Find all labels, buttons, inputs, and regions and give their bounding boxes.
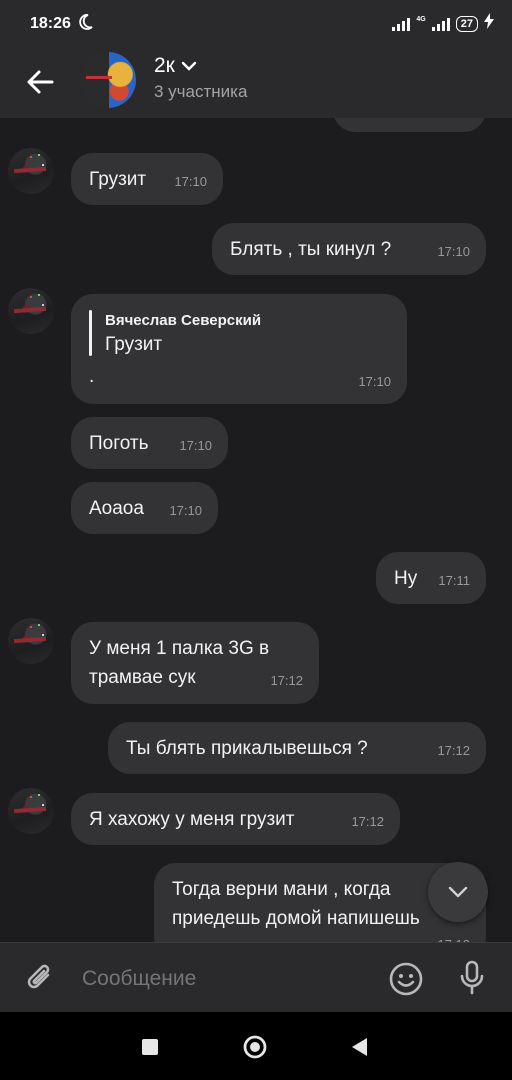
signal-icon-2 bbox=[431, 17, 450, 31]
message-text: . bbox=[89, 366, 95, 387]
emoji-icon bbox=[389, 962, 423, 996]
attach-button[interactable] bbox=[24, 961, 56, 1000]
back-nav-button[interactable] bbox=[350, 1037, 368, 1062]
message-bubble-incoming[interactable]: Аоаоа 17:10 bbox=[71, 482, 218, 534]
battery-level: 27 bbox=[460, 17, 473, 30]
home-circle-icon bbox=[243, 1035, 267, 1059]
message-text: Ну bbox=[394, 568, 418, 589]
home-button[interactable] bbox=[242, 1034, 268, 1065]
message-composer bbox=[0, 942, 512, 1013]
sender-avatar[interactable] bbox=[8, 788, 54, 834]
network-type: 4G bbox=[416, 16, 426, 23]
message-bubble-outgoing[interactable]: Ну 17:11 bbox=[376, 552, 486, 604]
chevron-down-icon bbox=[181, 61, 197, 71]
message-text: Блять , ты кинул ? bbox=[230, 239, 392, 260]
message-time: 17:10 bbox=[358, 374, 391, 389]
message-bubble-incoming[interactable]: Поготь 17:10 bbox=[71, 417, 228, 469]
paperclip-icon bbox=[27, 964, 50, 989]
message-bubble-outgoing[interactable]: Ты блять прикалывешься ? 17:12 bbox=[108, 722, 486, 774]
message-list[interactable]: 17:09 Грузит 17:10 Блять , ты кинул ? 17… bbox=[0, 118, 512, 942]
chat-header: 2к 3 участника bbox=[0, 48, 512, 118]
sender-avatar[interactable] bbox=[8, 618, 54, 664]
chat-avatar[interactable] bbox=[80, 52, 136, 108]
triangle-back-icon bbox=[352, 1038, 367, 1056]
charging-icon bbox=[484, 13, 494, 34]
message-text: Поготь bbox=[89, 433, 149, 454]
battery-icon: 27 bbox=[455, 15, 478, 32]
microphone-icon bbox=[460, 960, 484, 995]
quote-text: Грузит bbox=[105, 334, 163, 355]
message-text: У меня 1 палка 3G в трамвае сук bbox=[89, 638, 270, 688]
chat-subtitle: 3 участника bbox=[154, 82, 248, 101]
signal-icon bbox=[392, 17, 411, 31]
sender-avatar[interactable] bbox=[8, 148, 54, 194]
voice-message-button[interactable] bbox=[458, 959, 486, 1002]
emoji-button[interactable] bbox=[388, 961, 424, 1002]
sender-avatar[interactable] bbox=[8, 288, 54, 334]
message-time: 17:10 bbox=[179, 438, 212, 453]
message-bubble-incoming[interactable]: Грузит 17:10 bbox=[71, 153, 223, 205]
message-time: 17:12 bbox=[351, 814, 384, 829]
message-bubble-outgoing[interactable]: Блять , ты кинул ? 17:10 bbox=[212, 223, 486, 275]
message-text: Ты блять прикалывешься ? bbox=[126, 738, 368, 759]
message-text: Тогда верни мани , когда приедешь домой … bbox=[172, 879, 420, 929]
recents-button[interactable] bbox=[141, 1038, 159, 1061]
message-time: 17:11 bbox=[438, 573, 470, 588]
system-nav-bar bbox=[0, 1012, 512, 1080]
message-input[interactable] bbox=[80, 963, 374, 995]
message-text: Грузит bbox=[89, 169, 147, 190]
message-time: 17:12 bbox=[437, 930, 470, 942]
quote-bar bbox=[89, 310, 92, 356]
message-bubble-outgoing[interactable]: 17:09 bbox=[333, 118, 486, 132]
message-bubble-incoming[interactable]: Я хахожу у меня грузит 17:12 bbox=[71, 793, 400, 845]
square-icon bbox=[142, 1039, 158, 1055]
message-bubble-reply[interactable]: Вячеслав Северский Грузит . 17:10 bbox=[71, 294, 407, 404]
scroll-down-button[interactable] bbox=[428, 862, 488, 922]
message-bubble-incoming[interactable]: У меня 1 палка 3G в трамвае сук 17:12 bbox=[71, 622, 319, 704]
message-time: 17:09 bbox=[437, 118, 470, 128]
chat-title: 2к bbox=[154, 54, 175, 77]
chevron-down-icon bbox=[448, 886, 468, 898]
message-text: Аоаоа bbox=[89, 498, 144, 519]
message-time: 17:10 bbox=[169, 503, 202, 518]
back-button[interactable] bbox=[22, 64, 58, 100]
status-bar: 18:26 4G 27 bbox=[0, 0, 512, 48]
message-time: 17:10 bbox=[437, 244, 470, 259]
back-arrow-icon bbox=[27, 70, 54, 94]
status-time: 18:26 bbox=[30, 15, 71, 32]
message-text: Я хахожу у меня грузит bbox=[89, 809, 295, 830]
message-time: 17:12 bbox=[270, 673, 303, 688]
message-time: 17:12 bbox=[437, 743, 470, 758]
moon-icon bbox=[78, 13, 94, 36]
message-time: 17:10 bbox=[174, 174, 207, 189]
chat-title-block[interactable]: 2к 3 участника bbox=[154, 54, 247, 102]
